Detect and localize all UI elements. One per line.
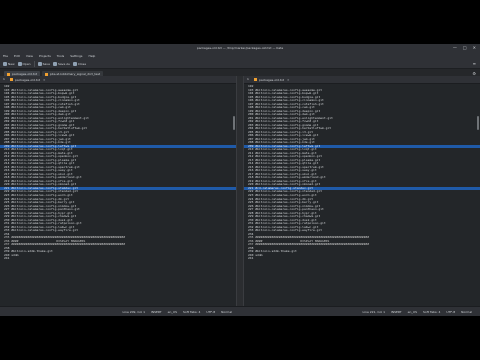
status-item[interactable]: Line 209, Col 1 xyxy=(123,310,145,314)
window-title: packages-old.txt — /tmp/marker/packages-… xyxy=(196,46,284,50)
pane-tab-label: packages-old.txt xyxy=(259,77,285,82)
code-line[interactable]: 241 xyxy=(244,257,480,261)
open-button-label: Open xyxy=(22,61,31,66)
save-as-icon xyxy=(52,61,57,66)
settings-icon[interactable]: ⚙ xyxy=(472,71,476,76)
menu-edit[interactable]: Edit xyxy=(14,54,20,58)
left-status: Line 209, Col 1 INSERT en_US Soft Tabs: 4 UT… xyxy=(0,307,240,316)
menu-projects[interactable]: Projects xyxy=(39,54,51,58)
right-text-area[interactable]: 192 193 #bitcoin-calamares-config-awesome… xyxy=(244,84,480,261)
new-button[interactable]: New xyxy=(3,61,15,66)
close-file-icon xyxy=(72,61,77,66)
status-item[interactable]: Soft Tabs: 4 xyxy=(423,310,440,314)
left-editor-pane[interactable]: 1 packages-old.txt ✕ 192 193 #bitcoin-cal… xyxy=(0,76,236,306)
new-file-icon xyxy=(3,61,7,66)
close-icon[interactable]: ✕ xyxy=(473,45,476,51)
toolbar: New Open Save Save As Close ≡ xyxy=(0,59,480,69)
left-pane-tab[interactable]: 1 packages-old.txt ✕ xyxy=(0,76,236,84)
save-button[interactable]: Save xyxy=(37,61,50,66)
minimize-icon[interactable]: — xyxy=(453,45,457,51)
save-icon xyxy=(37,61,42,66)
status-bar: Line 209, Col 1 INSERT en_US Soft Tabs: 4 UT… xyxy=(0,306,480,316)
close-button-label: Close xyxy=(77,61,87,66)
status-item[interactable]: Soft Tabs: 4 xyxy=(183,310,200,314)
window-controls: — □ ✕ xyxy=(453,45,476,51)
status-item[interactable]: Normal xyxy=(221,310,232,314)
split-view: 1 packages-old.txt ✕ 192 193 #bitcoin-cal… xyxy=(0,76,480,306)
new-button-label: New xyxy=(8,61,15,66)
menu-help[interactable]: Help xyxy=(89,54,96,58)
pane-number: 1 xyxy=(247,77,249,81)
pane-number: 1 xyxy=(3,77,5,81)
hamburger-menu-icon[interactable]: ≡ xyxy=(473,61,476,66)
pane-tab-label: packages-old.txt xyxy=(15,77,41,82)
status-item[interactable]: en_US xyxy=(168,310,177,314)
title-bar: packages-old.txt — /tmp/marker/packages-… xyxy=(0,44,480,52)
left-text-area[interactable]: 192 193 #bitcoin-calamares-config-awesome… xyxy=(0,84,236,261)
right-scrollbar[interactable] xyxy=(477,116,479,130)
menu-settings[interactable]: Settings xyxy=(70,54,82,58)
status-item[interactable]: en_US xyxy=(408,310,417,314)
status-item[interactable]: UTF-8 xyxy=(446,310,455,314)
save-as-button[interactable]: Save As xyxy=(52,61,70,66)
text-file-icon xyxy=(254,78,257,81)
menu-view[interactable]: View xyxy=(26,54,33,58)
pane-splitter[interactable] xyxy=(236,76,244,306)
maximize-icon[interactable]: □ xyxy=(463,45,467,51)
toolbar-separator xyxy=(33,60,35,67)
status-item[interactable]: UTF-8 xyxy=(206,310,215,314)
right-pane-tab[interactable]: 1 packages-old.txt ✕ xyxy=(244,76,480,84)
left-scrollbar[interactable] xyxy=(233,116,235,130)
close-icon[interactable]: ✕ xyxy=(287,78,290,82)
menu-file[interactable]: File xyxy=(3,54,8,58)
text-file-icon xyxy=(10,78,13,81)
menu-bar: File Edit View Projects Tools Settings H… xyxy=(0,52,480,59)
status-item[interactable]: INSERT xyxy=(151,310,162,314)
save-as-button-label: Save As xyxy=(57,61,70,66)
code-line[interactable]: 241 xyxy=(0,257,236,261)
right-status: Line 221, Col 1 INSERT en_US Soft Tabs: 4 UT… xyxy=(240,307,480,316)
close-icon[interactable]: ✕ xyxy=(43,78,46,82)
status-item[interactable]: Line 221, Col 1 xyxy=(363,310,385,314)
close-file-button[interactable]: Close xyxy=(72,61,87,66)
menu-tools[interactable]: Tools xyxy=(57,54,64,58)
save-button-label: Save xyxy=(42,61,50,66)
right-editor-pane[interactable]: 1 packages-old.txt ✕ 192 193 #bitcoin-cal… xyxy=(244,76,480,306)
status-item[interactable]: Normal xyxy=(461,310,472,314)
open-button[interactable]: Open xyxy=(17,61,31,66)
status-item[interactable]: INSERT xyxy=(391,310,402,314)
folder-icon xyxy=(17,61,22,66)
editor-window: packages-old.txt — /tmp/marker/packages-… xyxy=(0,44,480,316)
